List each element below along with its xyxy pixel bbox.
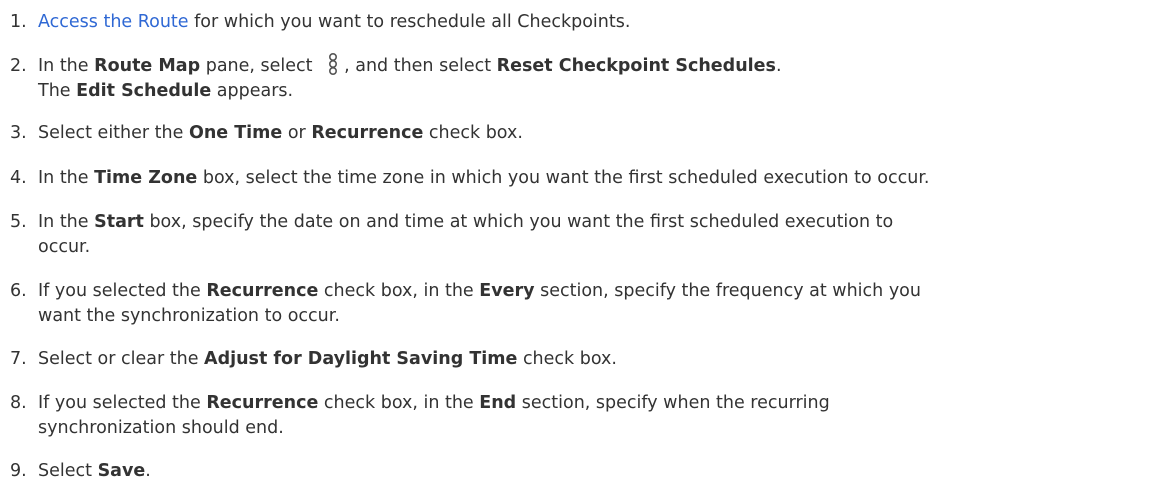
adjust-for-daylight-saving-time-term: Adjust for Daylight Saving Time — [204, 349, 518, 369]
step-text: for which you want to reschedule all Che… — [188, 12, 631, 32]
step-number: 1. — [10, 12, 27, 32]
step-text: appears. — [211, 81, 294, 101]
step-number: 3. — [10, 123, 27, 143]
step-text: box, select the time zone in which you w… — [197, 168, 930, 188]
step-number: 6. — [10, 281, 27, 301]
step-text: Select or clear the — [38, 349, 205, 369]
step-text: check box. — [423, 123, 523, 143]
end-term: End — [479, 393, 517, 413]
step-text: pane, select — [200, 56, 319, 76]
every-term: Every — [479, 281, 535, 301]
step-number: 2. — [10, 56, 27, 76]
step-text: check box, in the — [318, 281, 480, 301]
route-map-term: Route Map — [94, 56, 201, 76]
step-text: If you selected the — [38, 393, 207, 413]
step-text: . — [145, 461, 151, 481]
step-text: check box, in the — [318, 393, 480, 413]
step-text: or — [282, 123, 312, 143]
recurrence-term: Recurrence — [206, 281, 319, 301]
time-zone-term: Time Zone — [94, 168, 198, 188]
step-text: section, specify when the recurring — [516, 393, 830, 413]
step-text: synchronization should end. — [38, 418, 284, 438]
step-number: 7. — [10, 349, 27, 369]
access-the-route-link[interactable]: Access the Route — [38, 12, 189, 32]
step-number: 9. — [10, 461, 27, 481]
save-term: Save — [97, 461, 146, 481]
step-text: check box. — [517, 349, 617, 369]
step-text: Select — [38, 461, 98, 481]
start-term: Start — [94, 212, 144, 232]
more-options-kebab-icon — [326, 52, 340, 78]
recurrence-term: Recurrence — [311, 123, 424, 143]
step-text: In the — [38, 56, 95, 76]
step-text: want the synchronization to occur. — [38, 306, 340, 326]
recurrence-term: Recurrence — [206, 393, 319, 413]
step-text: occur. — [38, 237, 91, 257]
procedure-steps-list: 1. Access the Route for which you want t… — [0, 0, 1168, 487]
step-number: 4. — [10, 168, 27, 188]
step-number: 8. — [10, 393, 27, 413]
reset-checkpoint-schedules-term: Reset Checkpoint Schedules — [496, 56, 776, 76]
step-text: box, specify the date on and time at whi… — [143, 212, 894, 232]
step-text: , and then select — [344, 56, 497, 76]
step-text: If you selected the — [38, 281, 207, 301]
one-time-term: One Time — [188, 123, 283, 143]
edit-schedule-term: Edit Schedule — [76, 81, 212, 101]
step-text: In the — [38, 212, 95, 232]
step-number: 5. — [10, 212, 27, 232]
step-text: section, specify the frequency at which … — [534, 281, 921, 301]
step-text: In the — [38, 168, 95, 188]
step-text: The — [38, 81, 77, 101]
step-text: . — [775, 56, 782, 76]
step-text: Select either the — [38, 123, 189, 143]
